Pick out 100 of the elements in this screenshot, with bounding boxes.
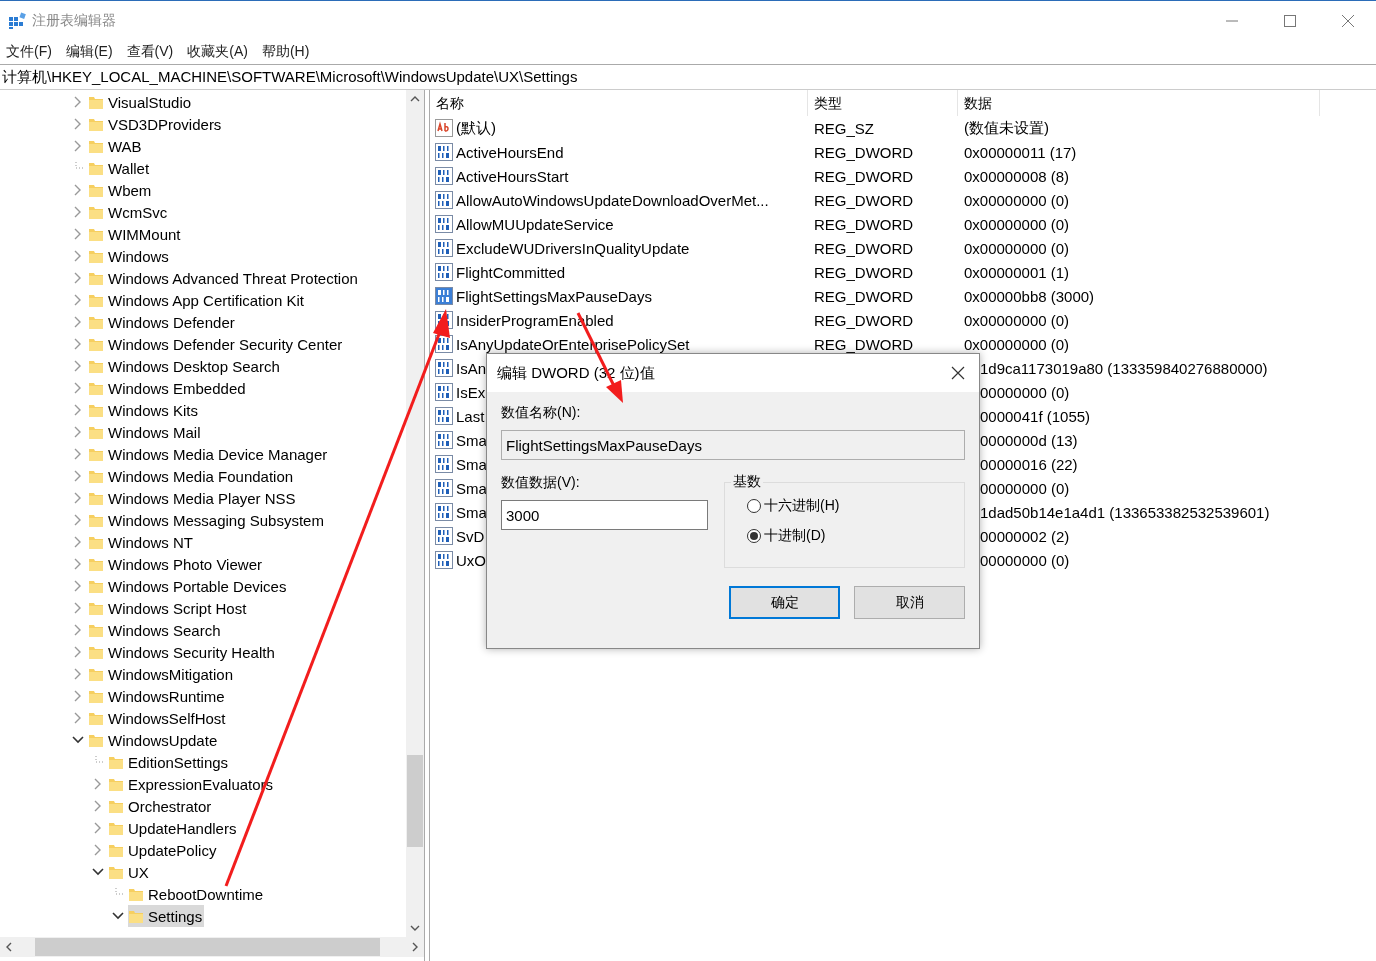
tree-item[interactable]: Settings bbox=[128, 905, 205, 927]
value-data-field[interactable]: 3000 bbox=[501, 500, 708, 530]
close-icon[interactable] bbox=[951, 366, 965, 380]
tree-item[interactable]: Windows Security Health bbox=[88, 641, 277, 663]
chevron-right-icon[interactable] bbox=[74, 536, 82, 548]
group-label: 基数 bbox=[731, 473, 763, 491]
tree-item[interactable]: WIMMount bbox=[88, 223, 183, 245]
menu-item[interactable]: 文件(F) bbox=[6, 43, 52, 61]
radio-label[interactable]: 十六进制(H) bbox=[764, 497, 840, 515]
radio-button[interactable] bbox=[747, 499, 761, 513]
folder-icon bbox=[88, 336, 104, 352]
chevron-right-icon[interactable] bbox=[74, 338, 82, 350]
chevron-right-icon[interactable] bbox=[74, 294, 82, 306]
folder-icon bbox=[88, 490, 104, 506]
value-name: ExcludeWUDriversInQualityUpdate bbox=[456, 239, 690, 257]
scrollbar-thumb[interactable] bbox=[407, 755, 423, 847]
tree-item[interactable]: UpdateHandlers bbox=[108, 817, 239, 839]
tree-item[interactable]: Windows Mail bbox=[88, 421, 203, 443]
tree-item[interactable]: WindowsMitigation bbox=[88, 663, 236, 685]
tree-item[interactable]: Windows Kits bbox=[88, 399, 201, 421]
chevron-right-icon[interactable] bbox=[74, 206, 82, 218]
tree-item[interactable]: Windows Script Host bbox=[88, 597, 249, 619]
ok-button[interactable]: 确定 bbox=[729, 586, 840, 619]
value-data: 0x00000000 (0) bbox=[964, 239, 1070, 257]
cancel-button[interactable]: 取消 bbox=[854, 586, 965, 619]
chevron-right-icon[interactable] bbox=[74, 448, 82, 460]
chevron-right-icon[interactable] bbox=[74, 118, 82, 130]
tree-item[interactable]: Windows App Certification Kit bbox=[88, 289, 306, 311]
tree-item[interactable]: Windows Advanced Threat Protection bbox=[88, 267, 360, 289]
chevron-right-icon[interactable] bbox=[74, 382, 82, 394]
chevron-right-icon[interactable] bbox=[74, 492, 82, 504]
chevron-right-icon[interactable] bbox=[74, 646, 82, 658]
tree-item[interactable]: Windows NT bbox=[88, 531, 195, 553]
value-data: 1dad50b14e1a4d1 (133653382532539601) bbox=[980, 503, 1270, 521]
chevron-right-icon[interactable] bbox=[74, 624, 82, 636]
chevron-right-icon[interactable] bbox=[74, 712, 82, 724]
chevron-right-icon[interactable] bbox=[74, 316, 82, 328]
address-bar[interactable]: 计算机\HKEY_LOCAL_MACHINE\SOFTWARE\Microsoft\WindowsUpdate\UX\Settings bbox=[0, 64, 1376, 90]
tree-item[interactable]: Windows Photo Viewer bbox=[88, 553, 264, 575]
chevron-right-icon[interactable] bbox=[74, 514, 82, 526]
tree-item[interactable]: Windows Media Player NSS bbox=[88, 487, 298, 509]
chevron-right-icon[interactable] bbox=[74, 184, 82, 196]
chevron-right-icon[interactable] bbox=[74, 250, 82, 262]
tree-item[interactable]: Windows Media Device Manager bbox=[88, 443, 330, 465]
chevron-right-icon[interactable] bbox=[94, 822, 102, 834]
chevron-right-icon[interactable] bbox=[94, 844, 102, 856]
tree-item[interactable]: Wallet bbox=[88, 157, 152, 179]
chevron-right-icon[interactable] bbox=[74, 558, 82, 570]
chevron-right-icon[interactable] bbox=[74, 690, 82, 702]
chevron-right-icon[interactable] bbox=[74, 602, 82, 614]
tree-item[interactable]: VSD3DProviders bbox=[88, 113, 224, 135]
tree-item[interactable]: Windows Desktop Search bbox=[88, 355, 282, 377]
tree-item[interactable]: Windows bbox=[88, 245, 171, 267]
tree-item[interactable]: Windows Embedded bbox=[88, 377, 248, 399]
column-header[interactable]: 类型 bbox=[808, 90, 958, 116]
tree-item[interactable]: EditionSettings bbox=[108, 751, 231, 773]
menu-item[interactable]: 帮助(H) bbox=[261, 43, 310, 61]
chevron-down-icon[interactable] bbox=[92, 868, 104, 876]
maximize-icon[interactable] bbox=[1284, 14, 1296, 27]
tree-item[interactable]: Windows Messaging Subsystem bbox=[88, 509, 326, 531]
column-header[interactable]: 数据 bbox=[958, 90, 1320, 116]
tree-item[interactable]: VisualStudio bbox=[88, 91, 194, 113]
chevron-right-icon[interactable] bbox=[74, 668, 82, 680]
chevron-right-icon[interactable] bbox=[74, 272, 82, 284]
chevron-right-icon[interactable] bbox=[74, 360, 82, 372]
tree-item[interactable]: WindowsRuntime bbox=[88, 685, 227, 707]
tree-item[interactable]: WindowsUpdate bbox=[88, 729, 220, 751]
chevron-down-icon[interactable] bbox=[72, 736, 84, 744]
chevron-right-icon[interactable] bbox=[74, 140, 82, 152]
tree-item[interactable]: RebootDowntime bbox=[128, 883, 266, 905]
radio-button[interactable] bbox=[747, 529, 761, 543]
menu-item[interactable]: 收藏夹(A) bbox=[187, 43, 248, 61]
chevron-right-icon[interactable] bbox=[74, 426, 82, 438]
menu-item[interactable]: 查看(V) bbox=[126, 43, 174, 61]
tree-item[interactable]: UX bbox=[108, 861, 151, 883]
chevron-down-icon[interactable] bbox=[112, 912, 124, 920]
tree-item[interactable]: WcmSvc bbox=[88, 201, 170, 223]
tree-item[interactable]: Windows Defender bbox=[88, 311, 237, 333]
tree-item[interactable]: Wbem bbox=[88, 179, 154, 201]
tree-item[interactable]: Windows Media Foundation bbox=[88, 465, 296, 487]
scrollbar-thumb[interactable] bbox=[35, 938, 380, 956]
chevron-right-icon[interactable] bbox=[74, 404, 82, 416]
column-header[interactable]: 名称 bbox=[430, 90, 808, 116]
folder-icon bbox=[88, 556, 104, 572]
chevron-right-icon[interactable] bbox=[74, 96, 82, 108]
tree-item[interactable]: WindowsSelfHost bbox=[88, 707, 228, 729]
menu-item[interactable]: 编辑(E) bbox=[65, 43, 113, 61]
chevron-right-icon[interactable] bbox=[94, 778, 102, 790]
tree-item[interactable]: Windows Portable Devices bbox=[88, 575, 289, 597]
tree-item[interactable]: Orchestrator bbox=[108, 795, 214, 817]
chevron-right-icon[interactable] bbox=[94, 800, 102, 812]
value-name-field[interactable]: FlightSettingsMaxPauseDays bbox=[501, 430, 965, 460]
tree-item[interactable]: Windows Search bbox=[88, 619, 223, 641]
chevron-right-icon[interactable] bbox=[74, 470, 82, 482]
tree-item[interactable]: UpdatePolicy bbox=[108, 839, 219, 861]
tree-item[interactable]: WAB bbox=[88, 135, 144, 157]
chevron-right-icon[interactable] bbox=[74, 580, 82, 592]
tree-item[interactable]: Windows Defender Security Center bbox=[88, 333, 345, 355]
chevron-right-icon[interactable] bbox=[74, 228, 82, 240]
radio-label[interactable]: 十进制(D) bbox=[764, 527, 826, 545]
